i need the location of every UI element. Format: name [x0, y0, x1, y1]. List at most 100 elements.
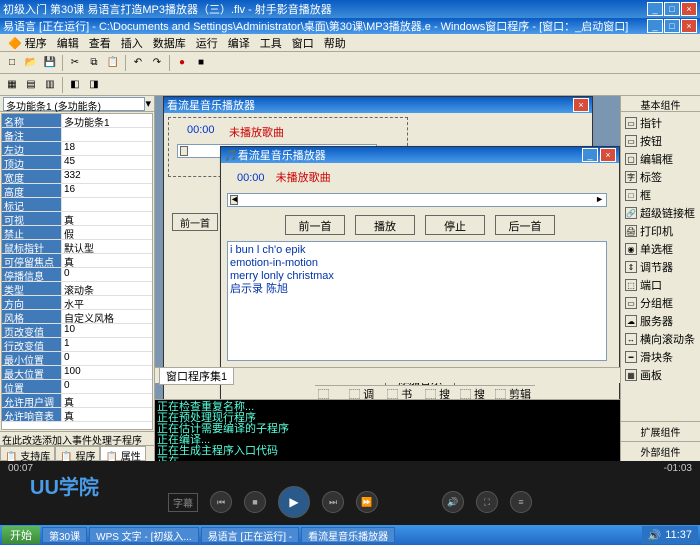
- component-0[interactable]: ▭指针: [623, 114, 698, 132]
- prop-value[interactable]: 1: [62, 338, 152, 351]
- dropdown-icon[interactable]: ▾: [145, 97, 151, 110]
- paste-icon[interactable]: 📋: [104, 54, 122, 72]
- mp-volume-icon[interactable]: 🔊: [442, 491, 464, 513]
- prop-value[interactable]: 多功能条1: [62, 114, 152, 127]
- component-6[interactable]: 🖨打印机: [623, 222, 698, 240]
- song-item[interactable]: emotion-in-motion: [230, 257, 604, 270]
- prop-value[interactable]: 18: [62, 142, 152, 155]
- component-10[interactable]: ▭分组框: [623, 294, 698, 312]
- taskbar-item-2[interactable]: 易语言 [正在运行] -: [201, 527, 299, 543]
- pd-btn-1[interactable]: 播放: [355, 215, 415, 235]
- pd-slider[interactable]: ◄►: [227, 193, 607, 207]
- mp-next-icon[interactable]: ⏭: [322, 491, 344, 513]
- mp-step-icon[interactable]: ⏩: [356, 491, 378, 513]
- prop-value[interactable]: 默认型: [62, 240, 152, 253]
- open-icon[interactable]: 📂: [22, 54, 40, 72]
- menu-2[interactable]: 查看: [85, 34, 115, 52]
- hint-tab-5[interactable]: ⬚ 剪辑历史: [495, 386, 532, 399]
- component-7[interactable]: ◉单选框: [623, 240, 698, 258]
- pd-btn-2[interactable]: 停止: [425, 215, 485, 235]
- prop-value[interactable]: 水平: [62, 296, 152, 309]
- pd-btn-0[interactable]: 前一首: [285, 215, 345, 235]
- menu-5[interactable]: 运行: [192, 34, 222, 52]
- prop-value[interactable]: 滚动条: [62, 282, 152, 295]
- mp-stop-icon[interactable]: ■: [244, 491, 266, 513]
- prop-value[interactable]: 真: [62, 394, 152, 407]
- subtitle-badge[interactable]: 字幕: [168, 493, 198, 512]
- prop-value[interactable]: 真: [62, 212, 152, 225]
- hint-tab-1[interactable]: ⬚ 调用表: [349, 386, 379, 399]
- menu-6[interactable]: 编译: [224, 34, 254, 52]
- prop-value[interactable]: 真: [62, 254, 152, 267]
- dialog-min[interactable]: _: [582, 148, 598, 162]
- hint-tab-0[interactable]: ⬚ 提示: [318, 386, 341, 399]
- dialog-close[interactable]: ×: [600, 148, 616, 162]
- save-icon[interactable]: 💾: [41, 54, 59, 72]
- mp-prev-icon[interactable]: ⏮: [210, 491, 232, 513]
- menu-1[interactable]: 编辑: [53, 34, 83, 52]
- prop-value[interactable]: 自定义风格: [62, 310, 152, 323]
- redo-icon[interactable]: ↷: [148, 54, 166, 72]
- designer-close[interactable]: ×: [573, 98, 589, 112]
- component-14[interactable]: ▦画板: [623, 366, 698, 384]
- maximize-button[interactable]: □: [664, 2, 680, 16]
- center-tab[interactable]: 窗口程序集1: [159, 367, 234, 385]
- undo-icon[interactable]: ↶: [129, 54, 147, 72]
- component-3[interactable]: 字标签: [623, 168, 698, 186]
- prev-button[interactable]: 前一首: [172, 213, 218, 231]
- pd-btn-3[interactable]: 后一首: [495, 215, 555, 235]
- tray-icon[interactable]: 🔊: [648, 529, 662, 542]
- menu-9[interactable]: 帮助: [320, 34, 350, 52]
- tool-d[interactable]: ◧: [66, 76, 84, 94]
- mp-menu-icon[interactable]: ≡: [510, 491, 532, 513]
- prop-value[interactable]: 45: [62, 156, 152, 169]
- left-tab-2[interactable]: 📋 属性: [100, 446, 145, 461]
- new-icon[interactable]: □: [3, 54, 21, 72]
- menu-4[interactable]: 数据库: [149, 34, 190, 52]
- prop-value[interactable]: 0: [62, 268, 152, 281]
- song-item[interactable]: merry lonly christmax: [230, 270, 604, 283]
- ext-components[interactable]: 扩展组件: [621, 421, 700, 441]
- taskbar-item-1[interactable]: WPS 文字 - [初级入...: [89, 527, 199, 543]
- component-11[interactable]: ☁服务器: [623, 312, 698, 330]
- component-1[interactable]: ▭按钮: [623, 132, 698, 150]
- menu-8[interactable]: 窗口: [288, 34, 318, 52]
- component-2[interactable]: ▢编辑框: [623, 150, 698, 168]
- prop-value[interactable]: [62, 198, 152, 211]
- stop-icon[interactable]: ■: [192, 54, 210, 72]
- prop-value[interactable]: 10: [62, 324, 152, 337]
- hint-tab-2[interactable]: ⬚ 书签表: [387, 386, 417, 399]
- run-icon[interactable]: ●: [173, 54, 191, 72]
- tool-c[interactable]: ▥: [41, 76, 59, 94]
- ide-maximize[interactable]: □: [664, 19, 680, 33]
- component-13[interactable]: ━滑块条: [623, 348, 698, 366]
- property-grid[interactable]: 名称多功能条1备注左边18顶边45宽度332高度16标记可视真禁止假鼠标指针默认…: [1, 113, 153, 430]
- menu-0[interactable]: 🔶 程序: [4, 34, 51, 52]
- taskbar-item-3[interactable]: 看流星音乐播放器: [301, 527, 395, 543]
- prop-value[interactable]: 16: [62, 184, 152, 197]
- ide-close[interactable]: ×: [681, 19, 697, 33]
- tool-e[interactable]: ◨: [85, 76, 103, 94]
- copy-icon[interactable]: ⧉: [85, 54, 103, 72]
- hint-tab-4[interactable]: ⬚ 搜寻2: [460, 386, 487, 399]
- property-selector[interactable]: 多功能条1 (多功能条): [3, 97, 145, 111]
- left-tab-1[interactable]: 📋 程序: [55, 446, 100, 461]
- cut-icon[interactable]: ✂: [66, 54, 84, 72]
- prop-value[interactable]: 100: [62, 366, 152, 379]
- song-item[interactable]: i bun l ch'o epik: [230, 244, 604, 257]
- tool-b[interactable]: ▤: [22, 76, 40, 94]
- system-tray[interactable]: 🔊 11:37: [642, 526, 698, 544]
- left-tab-0[interactable]: 📋 支持库: [0, 446, 55, 461]
- taskbar-item-0[interactable]: 第30课: [42, 527, 87, 543]
- prop-value[interactable]: 假: [62, 226, 152, 239]
- component-4[interactable]: □框: [623, 186, 698, 204]
- prop-value[interactable]: 332: [62, 170, 152, 183]
- tool-a[interactable]: ▦: [3, 76, 21, 94]
- component-9[interactable]: ⬚端口: [623, 276, 698, 294]
- menu-7[interactable]: 工具: [256, 34, 286, 52]
- external-components[interactable]: 外部组件: [621, 441, 700, 461]
- close-button[interactable]: ×: [681, 2, 697, 16]
- prop-value[interactable]: 真: [62, 408, 152, 421]
- mp-play-icon[interactable]: ▶: [278, 486, 310, 518]
- prop-value[interactable]: 0: [62, 380, 152, 393]
